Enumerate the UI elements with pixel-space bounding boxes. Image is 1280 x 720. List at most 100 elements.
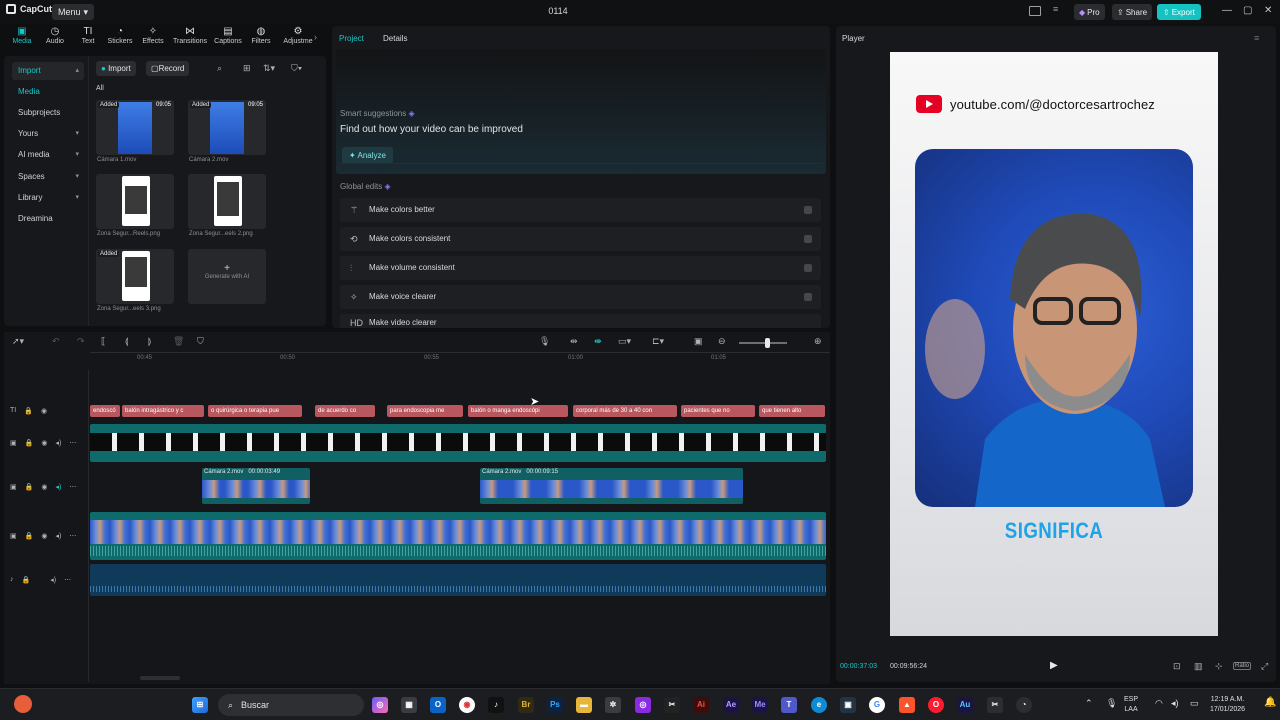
- media-item-zona-3[interactable]: Added: [96, 249, 174, 304]
- minimize-icon[interactable]: —: [1222, 5, 1232, 16]
- list-icon[interactable]: ≡: [1053, 4, 1065, 14]
- eye-icon[interactable]: ◉: [41, 483, 47, 491]
- more-icon[interactable]: ⋯: [64, 576, 71, 584]
- split-icon[interactable]: ⟦: [101, 336, 105, 347]
- text-clip[interactable]: balón intragástrico y c: [122, 405, 204, 417]
- split-right-icon[interactable]: ⟭: [148, 336, 151, 347]
- record-button[interactable]: ▢Record: [146, 61, 190, 76]
- brave-icon[interactable]: ▲: [899, 697, 915, 713]
- tab-effects[interactable]: ✧ Effects: [135, 26, 171, 45]
- link-icon[interactable]: ⇹: [570, 336, 578, 347]
- sidebar-item-spaces[interactable]: Spaces ▾: [12, 168, 84, 186]
- text-clip[interactable]: pacientes que no: [681, 405, 755, 417]
- eye-icon[interactable]: ◉: [41, 407, 47, 415]
- microphone-icon[interactable]: 🎙: [539, 336, 550, 347]
- eye-icon[interactable]: ◉: [41, 532, 47, 540]
- edit-make-voice-clearer[interactable]: ✧ Make voice clearer: [340, 285, 821, 309]
- zoom-out-icon[interactable]: ⊖: [718, 336, 726, 347]
- split-left-icon[interactable]: ⟬: [125, 336, 128, 347]
- text-clip[interactable]: para endoscopia me: [387, 405, 463, 417]
- tab-stickers[interactable]: ◔ Stickers: [102, 26, 138, 45]
- marker-icon[interactable]: ⛉: [197, 336, 204, 347]
- audition-icon[interactable]: Au: [957, 697, 973, 713]
- sidebar-item-ai-media[interactable]: AI media ▾: [12, 146, 84, 164]
- text-clip[interactable]: que tienen alto: [759, 405, 825, 417]
- media-item-zona-2[interactable]: [188, 174, 266, 229]
- zoom-slider-handle[interactable]: [765, 338, 770, 348]
- media-item-zona-1[interactable]: [96, 174, 174, 229]
- tab-filters[interactable]: ◍ Filters: [243, 26, 279, 45]
- bridge-icon[interactable]: Br: [518, 697, 534, 713]
- eye-icon[interactable]: ◉: [41, 439, 47, 447]
- edge-icon[interactable]: e: [811, 697, 827, 713]
- play-icon[interactable]: ▶: [1050, 660, 1058, 671]
- opera-icon[interactable]: O: [928, 697, 944, 713]
- audio-icon[interactable]: ◂): [50, 576, 56, 584]
- photoshop-icon[interactable]: Ps: [547, 697, 563, 713]
- capcut-running-icon[interactable]: ✂: [987, 697, 1003, 713]
- search-icon[interactable]: ⌕: [217, 63, 222, 74]
- audio-icon[interactable]: ◂): [55, 439, 61, 447]
- lock-icon[interactable]: 🔒: [25, 532, 34, 540]
- tab-details[interactable]: Details: [383, 34, 407, 43]
- filter-icon[interactable]: ⛉▾: [291, 63, 302, 74]
- audio-icon[interactable]: ◂): [55, 483, 61, 491]
- broll-clip-a[interactable]: Cámara 2.mov 00:00:03:49: [202, 468, 310, 504]
- tab-text[interactable]: TI Text: [70, 26, 106, 45]
- more-icon[interactable]: ⋯: [69, 532, 76, 540]
- media-item-camara-2[interactable]: Added 09:05: [188, 100, 266, 155]
- crop-icon[interactable]: ⊹: [1215, 661, 1223, 672]
- import-button[interactable]: ● Import: [96, 61, 136, 76]
- select-tool-icon[interactable]: ➚▾: [12, 336, 24, 347]
- magnet-icon[interactable]: ⇼: [594, 336, 602, 347]
- tiktok-icon[interactable]: ♪: [488, 697, 504, 713]
- more-icon[interactable]: ⋯: [69, 439, 76, 447]
- lock-icon[interactable]: 🔒: [25, 483, 34, 491]
- edit-make-colors-better[interactable]: ⚚ Make colors better: [340, 198, 821, 222]
- sidebar-item-media[interactable]: Media: [12, 83, 84, 101]
- sort-icon[interactable]: ⇅▾: [263, 63, 275, 74]
- ratio-button[interactable]: Ratio: [1233, 662, 1252, 670]
- tab-media[interactable]: ▣ Media: [4, 26, 40, 45]
- generate-ai-button[interactable]: + Generate with AI: [188, 249, 266, 304]
- microphone-icon[interactable]: 🎙: [1106, 698, 1117, 709]
- zoom-fit-icon[interactable]: ⊕: [814, 336, 822, 347]
- copilot-icon[interactable]: ◎: [372, 697, 388, 713]
- zoom-slider[interactable]: [739, 338, 787, 348]
- share-button[interactable]: ⇪ Share: [1112, 4, 1153, 20]
- wifi-icon[interactable]: ◠: [1155, 698, 1163, 709]
- illustrator-icon[interactable]: Ai: [693, 697, 709, 713]
- pro-button[interactable]: ◆ Pro: [1074, 4, 1105, 20]
- notifications-icon[interactable]: 🔔: [1264, 697, 1276, 708]
- analyze-button[interactable]: ✦ Analyze: [342, 147, 393, 164]
- grid-view-icon[interactable]: ⊞: [243, 63, 251, 74]
- outlook-icon[interactable]: O: [430, 697, 446, 713]
- sidebar-item-subprojects[interactable]: Subprojects: [12, 104, 84, 122]
- chevron-up-icon[interactable]: ⌃: [1085, 698, 1093, 709]
- tab-project[interactable]: Project: [339, 34, 364, 43]
- text-clip[interactable]: o quirúrgica o terapia pue: [208, 405, 302, 417]
- tab-transitions[interactable]: ⋈ Transitions: [172, 26, 208, 45]
- battery-icon[interactable]: ▭: [1190, 698, 1199, 709]
- language-indicator[interactable]: ESP LAA: [1124, 695, 1138, 715]
- vpn-icon[interactable]: ▣: [840, 697, 856, 713]
- text-clip[interactable]: endoscó: [90, 405, 120, 417]
- tab-captions[interactable]: ▤ Captions: [210, 26, 246, 45]
- horizontal-scrollbar[interactable]: [140, 676, 180, 680]
- media-encoder-icon[interactable]: Me: [752, 697, 768, 713]
- redo-icon[interactable]: ↷: [77, 336, 85, 347]
- sidebar-item-import[interactable]: Import ▴: [12, 62, 84, 80]
- tab-adjustment[interactable]: ⚙ Adjustme: [280, 26, 316, 45]
- file-explorer-icon[interactable]: ▬: [576, 697, 592, 713]
- audio-clip[interactable]: [90, 564, 826, 596]
- more-icon[interactable]: ⋯: [69, 483, 76, 491]
- fit-icon[interactable]: ⊡: [1173, 661, 1181, 672]
- lock-icon[interactable]: 🔒: [24, 407, 33, 415]
- broll-clip-b[interactable]: Cámara 2.mov 00:00:09:15: [480, 468, 743, 504]
- media-item-camara-1[interactable]: Added 09:05: [96, 100, 174, 155]
- volume-icon[interactable]: ◂): [1171, 698, 1179, 709]
- taskbar-search[interactable]: ⌕ Buscar: [218, 694, 364, 716]
- audio-icon[interactable]: ◂): [55, 532, 61, 540]
- maximize-icon[interactable]: ▢: [1243, 5, 1252, 16]
- lock-icon[interactable]: 🔒: [25, 439, 34, 447]
